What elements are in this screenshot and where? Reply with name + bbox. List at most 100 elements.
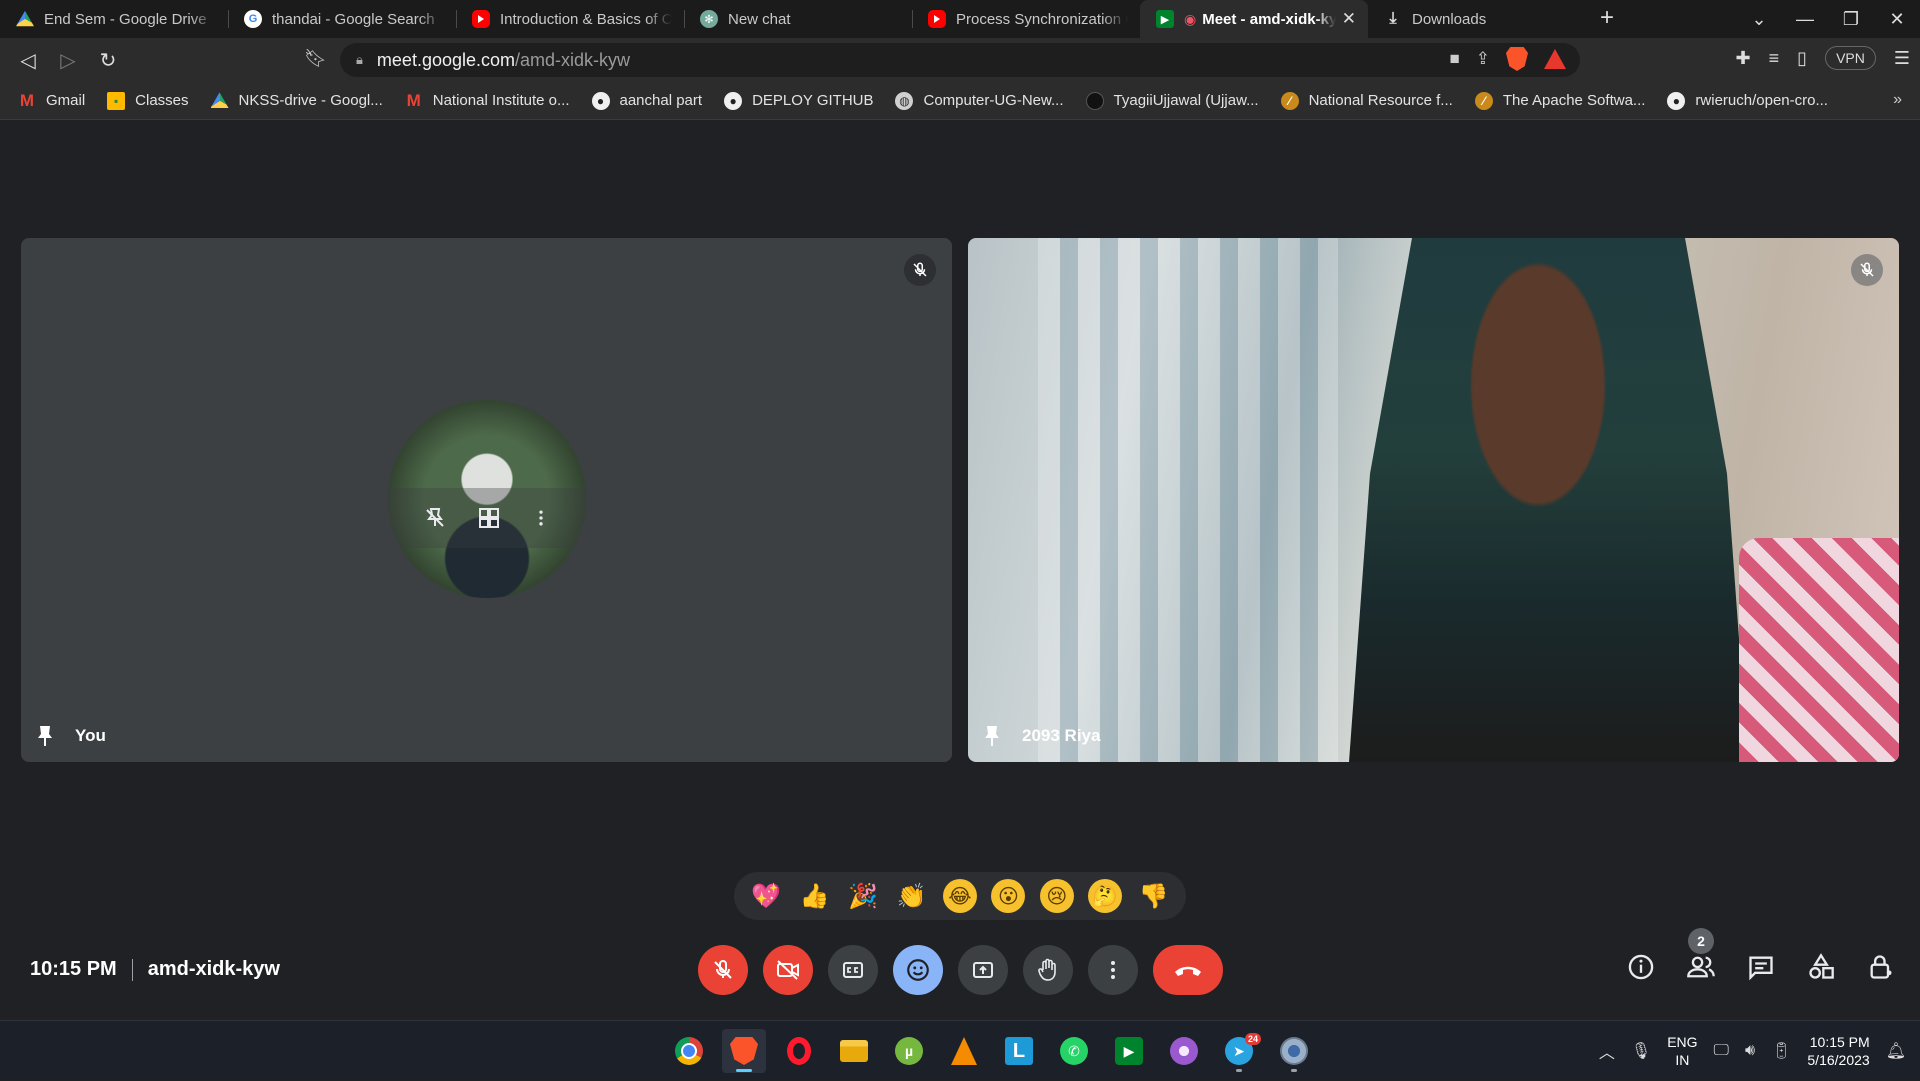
extensions-icon[interactable]: ✚: [1736, 48, 1751, 69]
menu-icon[interactable]: ☰: [1894, 48, 1910, 69]
battery-icon[interactable]: 🔋︎: [1771, 1041, 1791, 1061]
people-button[interactable]: 2: [1684, 928, 1718, 984]
taskbar-file-explorer[interactable]: [832, 1029, 876, 1073]
more-options-button[interactable]: [1088, 945, 1138, 995]
leave-call-button[interactable]: [1153, 945, 1223, 995]
reaction-thumbs-down[interactable]: 👎: [1137, 879, 1171, 913]
bookmark-nkss-drive[interactable]: NKSS-drive - Googl...: [210, 92, 383, 110]
minimize-icon[interactable]: —: [1782, 9, 1828, 30]
address-bar[interactable]: 🔒︎ meet.google.com/amd-xidk-kyw ■ ⇪: [340, 43, 1580, 77]
participant-tile-you[interactable]: You: [21, 238, 952, 762]
vpn-button[interactable]: VPN: [1825, 46, 1876, 70]
reaction-laughing[interactable]: 😂: [942, 879, 977, 913]
bookmark-national-institute[interactable]: M National Institute o...: [405, 91, 570, 110]
bookmark-gmail[interactable]: M Gmail: [18, 91, 85, 110]
bookmark-computer-ug[interactable]: ◍ Computer-UG-New...: [895, 91, 1064, 110]
back-icon[interactable]: ◁: [8, 48, 48, 73]
restore-icon[interactable]: ❐: [1828, 9, 1874, 30]
bookmark-aanchal-part[interactable]: ● aanchal part: [591, 91, 702, 110]
bookmark-apache[interactable]: ⁄ The Apache Softwa...: [1474, 91, 1645, 110]
reaction-party-popper[interactable]: 🎉: [846, 879, 880, 913]
notifications-icon[interactable]: 🔔︎: [1886, 1041, 1906, 1061]
reaction-clapping[interactable]: 👏: [895, 879, 929, 913]
bookmark-page-icon[interactable]: 🔖︎: [304, 48, 327, 69]
new-tab-button[interactable]: +: [1600, 4, 1614, 32]
meeting-side-controls: 2: [1624, 928, 1898, 984]
bookmark-classes[interactable]: ▪ Classes: [107, 91, 189, 110]
bookmark-open-crowd[interactable]: ● rwieruch/open-cro...: [1667, 91, 1828, 110]
reaction-surprised[interactable]: 😮: [991, 879, 1026, 913]
avatar: [388, 400, 586, 598]
tab-downloads[interactable]: ⤓ Downloads: [1368, 0, 1596, 38]
taskbar-vlc[interactable]: [942, 1029, 986, 1073]
taskbar-utorrent[interactable]: µ: [887, 1029, 931, 1073]
tile-layout-icon[interactable]: [477, 506, 501, 530]
tab-new-chat[interactable]: ✻ New chat: [684, 0, 912, 38]
reload-icon[interactable]: ↻: [88, 48, 128, 73]
captions-button[interactable]: [828, 945, 878, 995]
host-controls-button[interactable]: [1864, 950, 1898, 984]
youtube-icon: [928, 10, 946, 28]
activities-button[interactable]: [1804, 950, 1838, 984]
taskbar-apps: µ L ✆ ▶ ➤ 24: [612, 1029, 1316, 1073]
share-icon[interactable]: ⇪: [1476, 49, 1490, 69]
reaction-sparkling-heart[interactable]: 💖: [749, 879, 783, 913]
reaction-thumbs-up[interactable]: 👍: [798, 879, 832, 913]
microphone-toggle-button[interactable]: [698, 945, 748, 995]
raise-hand-button[interactable]: [1023, 945, 1073, 995]
media-controls-icon[interactable]: ≡: [1769, 48, 1780, 69]
settings-icon: [1280, 1037, 1308, 1065]
brave-rewards-icon[interactable]: [1544, 49, 1566, 69]
taskbar-google-meet[interactable]: ▶: [1107, 1029, 1151, 1073]
forward-icon[interactable]: ▷: [48, 48, 88, 73]
taskbar-chrome[interactable]: [667, 1029, 711, 1073]
pin-icon[interactable]: [35, 724, 55, 748]
sidebar-icon[interactable]: ▯: [1797, 48, 1807, 69]
reactions-button[interactable]: [893, 945, 943, 995]
hang-up-icon: [1175, 966, 1201, 976]
tab-google-meet[interactable]: ▶ ◉ Meet - amd-xidk-kyw ✕: [1140, 0, 1368, 38]
volume-icon[interactable]: 🔊︎: [1745, 1042, 1755, 1060]
network-icon[interactable]: 🖵︎: [1714, 1042, 1729, 1060]
bookmark-label: TyagiiUjjawal (Ujjaw...: [1113, 92, 1259, 109]
tab-title: thandai - Google Search: [272, 10, 435, 28]
taskbar-telegram[interactable]: ➤ 24: [1217, 1029, 1261, 1073]
tab-youtube-sync[interactable]: Process Synchronization GATE: [912, 0, 1140, 38]
microphone-icon[interactable]: 🎙︎: [1631, 1041, 1651, 1061]
pin-icon[interactable]: [982, 724, 1002, 748]
participant-tile-riya[interactable]: 2093 Riya: [968, 238, 1899, 762]
taskbar-brave[interactable]: [722, 1029, 766, 1073]
brave-shields-icon[interactable]: [1506, 47, 1528, 71]
camera-in-use-icon[interactable]: ■: [1449, 49, 1459, 69]
close-window-icon[interactable]: ✕: [1874, 9, 1920, 30]
language-indicator[interactable]: ENG IN: [1667, 1033, 1697, 1069]
taskbar-whatsapp[interactable]: ✆: [1052, 1029, 1096, 1073]
pin-off-icon[interactable]: [423, 506, 447, 530]
more-options-icon[interactable]: [531, 508, 551, 528]
present-screen-button[interactable]: [958, 945, 1008, 995]
reaction-crying[interactable]: 😢: [1039, 879, 1074, 913]
camera-toggle-button[interactable]: [763, 945, 813, 995]
chevron-up-icon[interactable]: ︿: [1599, 1039, 1615, 1063]
taskbar-start[interactable]: [612, 1029, 656, 1073]
lock-icon[interactable]: 🔒︎: [356, 52, 363, 68]
meeting-details-button[interactable]: [1624, 950, 1658, 984]
taskbar-tor[interactable]: [1162, 1029, 1206, 1073]
close-tab-icon[interactable]: ✕: [1342, 9, 1356, 29]
taskbar-l-app[interactable]: L: [997, 1029, 1041, 1073]
taskbar-opera[interactable]: [777, 1029, 821, 1073]
bookmarks-more-icon[interactable]: »: [1893, 91, 1902, 109]
tab-google-drive[interactable]: End Sem - Google Drive: [0, 0, 228, 38]
tab-youtube-os[interactable]: Introduction & Basics of OS: [456, 0, 684, 38]
bookmark-national-resource[interactable]: ⁄ National Resource f...: [1280, 91, 1453, 110]
reaction-thinking[interactable]: 🤔: [1088, 879, 1123, 913]
bookmark-tyagiiujjawal[interactable]: TyagiiUjjawal (Ujjaw...: [1085, 91, 1259, 110]
bookmark-deploy-github[interactable]: ● DEPLOY GITHUB: [724, 91, 874, 110]
chat-button[interactable]: [1744, 950, 1778, 984]
taskbar-settings[interactable]: [1272, 1029, 1316, 1073]
brave-icon: [730, 1037, 758, 1065]
clock[interactable]: 10:15 PM 5/16/2023: [1807, 1033, 1869, 1069]
bookmark-label: DEPLOY GITHUB: [752, 92, 874, 109]
tab-google-search[interactable]: G thandai - Google Search: [228, 0, 456, 38]
tab-search-icon[interactable]: ⌄: [1736, 9, 1782, 30]
